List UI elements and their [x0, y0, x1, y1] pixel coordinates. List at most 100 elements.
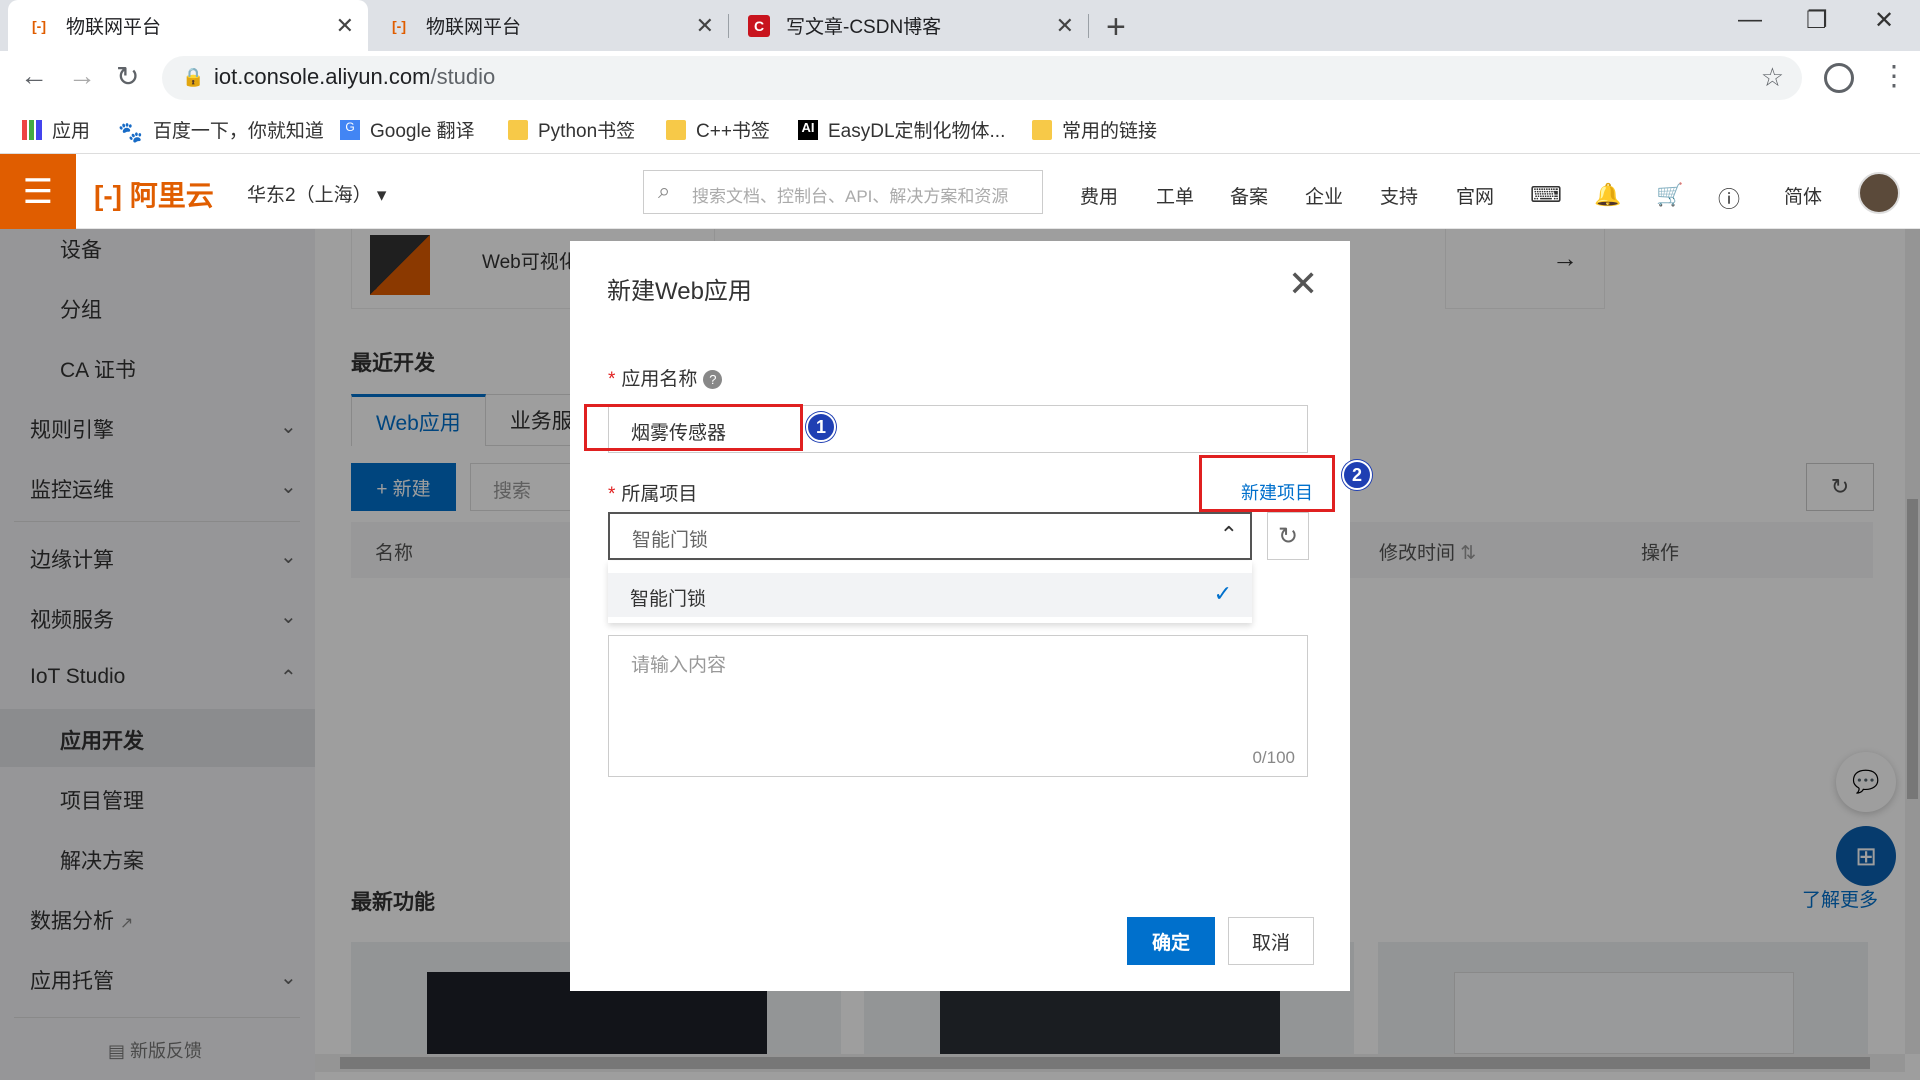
bookmark-easydl[interactable]: AI EasyDL定制化物体...: [798, 116, 1005, 143]
search-icon: ⌕: [658, 178, 671, 203]
url-text: iot.console.aliyun.com/studio: [214, 64, 495, 90]
hamburger-menu-icon[interactable]: ☰: [0, 154, 76, 229]
help-icon[interactable]: ?: [703, 370, 723, 390]
ai-icon: AI: [798, 119, 818, 140]
apps-grid-icon: [22, 119, 42, 140]
check-icon: ✓: [1213, 581, 1232, 606]
avatar[interactable]: [1858, 172, 1900, 214]
confirm-button[interactable]: 确定: [1127, 917, 1215, 965]
forward-icon[interactable]: →: [68, 60, 96, 92]
caret-down-icon: ▾: [376, 185, 387, 206]
bookmark-label: Google 翻译: [370, 121, 475, 142]
app-header: ☰ [-] 阿里云 华东2（上海） ▾ ⌕ 搜索文档、控制台、API、解决方案和…: [0, 154, 1920, 229]
annotation-badge-2: 2: [1342, 460, 1372, 490]
restore-icon[interactable]: ❐: [1806, 6, 1828, 35]
window-close-icon[interactable]: ✕: [1874, 6, 1894, 35]
back-icon[interactable]: ←: [20, 60, 48, 92]
annotation-box-app-name: [584, 404, 803, 451]
chevron-up-icon: ⌃: [1219, 522, 1238, 547]
aliyun-favicon-icon: [-]: [392, 17, 406, 34]
app-name-label: * 应用名称?: [608, 364, 723, 391]
label-text: 应用名称: [621, 369, 698, 390]
nav-icp[interactable]: 备案: [1230, 182, 1268, 209]
close-tab-icon[interactable]: ✕: [336, 13, 354, 39]
bookmarks-bar: 应用 🐾 百度一下，你就知道 G Google 翻译 Python书签 C++书…: [0, 106, 1920, 154]
bookmark-common-links[interactable]: 常用的链接: [1032, 116, 1157, 143]
label-text: 所属项目: [621, 484, 698, 505]
reload-icon[interactable]: ↻: [116, 60, 139, 93]
project-select[interactable]: 智能门锁 ⌃: [608, 512, 1252, 560]
tab-title: 物联网平台: [426, 17, 522, 38]
project-dropdown: 智能门锁 ✓: [608, 561, 1252, 623]
bookmark-label: Python书签: [538, 121, 636, 142]
lock-icon: 🔒: [182, 67, 205, 87]
bookmark-label: 常用的链接: [1062, 121, 1158, 142]
close-tab-icon[interactable]: ✕: [696, 13, 714, 39]
nav-enterprise[interactable]: 企业: [1305, 182, 1343, 209]
terminal-icon[interactable]: ⌨: [1530, 182, 1562, 208]
nav-tickets[interactable]: 工单: [1156, 182, 1194, 209]
annotation-badge-1: 1: [806, 412, 836, 442]
logo-text: 阿里云: [129, 180, 214, 211]
baidu-paw-icon: 🐾: [118, 121, 143, 144]
browser-tab-2[interactable]: [-] 物联网平台 ✕: [368, 0, 728, 51]
help-icon[interactable]: ⓘ: [1718, 182, 1740, 214]
region-selector[interactable]: 华东2（上海） ▾: [247, 180, 386, 207]
dropdown-option[interactable]: 智能门锁 ✓: [608, 573, 1252, 617]
tab-separator: [1088, 14, 1089, 38]
google-translate-icon: G: [340, 119, 360, 140]
dialog-title: 新建Web应用: [607, 278, 752, 305]
bookmark-python[interactable]: Python书签: [508, 116, 635, 143]
minimize-icon[interactable]: —: [1738, 6, 1762, 34]
bookmark-star-icon[interactable]: ☆: [1761, 62, 1784, 93]
select-value: 智能门锁: [632, 530, 709, 551]
required-mark: *: [608, 369, 616, 390]
bookmark-label: 应用: [52, 121, 91, 142]
bell-icon[interactable]: 🔔: [1594, 182, 1621, 208]
char-counter: 0/100: [1252, 748, 1295, 767]
project-label: * 所属项目: [608, 479, 697, 506]
search-placeholder: 搜索文档、控制台、API、解决方案和资源: [692, 187, 1009, 206]
bookmark-google-translate[interactable]: G Google 翻译: [340, 116, 475, 143]
refresh-icon[interactable]: ↻: [1267, 512, 1309, 560]
csdn-favicon-icon: C: [748, 14, 770, 37]
bookmark-baidu[interactable]: 🐾 百度一下，你就知道: [118, 116, 324, 144]
aliyun-favicon-icon: [-]: [32, 17, 46, 34]
annotation-box-new-project: [1199, 455, 1335, 512]
aliyun-logo-mark: [-]: [94, 180, 130, 211]
description-textarea[interactable]: 请输入内容 0/100: [608, 635, 1308, 777]
profile-icon[interactable]: [1824, 63, 1854, 93]
browser-tab-3[interactable]: C 写文章-CSDN博客 ✕: [728, 0, 1088, 51]
textarea-placeholder: 请输入内容: [631, 655, 727, 676]
cancel-button[interactable]: 取消: [1228, 917, 1314, 965]
bookmark-label: 百度一下，你就知道: [152, 121, 324, 142]
required-mark: *: [608, 484, 616, 505]
new-web-app-dialog: 新建Web应用 ✕ * 应用名称? 烟雾传感器 * 所属项目 新建项目 智能门锁 ⌃…: [570, 241, 1350, 991]
close-tab-icon[interactable]: ✕: [1056, 13, 1074, 39]
region-label: 华东2（上海）: [247, 185, 372, 206]
aliyun-logo[interactable]: [-] 阿里云: [94, 174, 214, 214]
nav-fees[interactable]: 费用: [1080, 182, 1118, 209]
nav-language[interactable]: 简体: [1784, 182, 1822, 209]
tab-title: 物联网平台: [66, 17, 162, 38]
close-icon[interactable]: ✕: [1288, 263, 1318, 305]
folder-icon: [1032, 119, 1052, 140]
global-search-input[interactable]: ⌕ 搜索文档、控制台、API、解决方案和资源: [643, 170, 1043, 214]
url-field[interactable]: 🔒 iot.console.aliyun.com/studio ☆: [162, 56, 1802, 100]
nav-official-site[interactable]: 官网: [1456, 182, 1494, 209]
folder-icon: [666, 119, 686, 140]
browser-tab-1[interactable]: [-] 物联网平台 ✕: [8, 0, 368, 51]
bookmark-label: EasyDL定制化物体...: [828, 121, 1006, 142]
tab-title: 写文章-CSDN博客: [786, 17, 942, 38]
url-host: iot.console.aliyun.com: [214, 64, 431, 89]
option-label: 智能门锁: [630, 589, 707, 610]
nav-support[interactable]: 支持: [1380, 182, 1418, 209]
bookmark-cpp[interactable]: C++书签: [666, 116, 770, 143]
url-path: /studio: [430, 64, 496, 89]
cart-icon[interactable]: 🛒: [1656, 182, 1683, 208]
browser-tab-bar: [-] 物联网平台 ✕ [-] 物联网平台 ✕ C 写文章-CSDN博客 ✕ +…: [0, 0, 1920, 51]
bookmark-apps[interactable]: 应用: [22, 116, 90, 143]
new-tab-icon[interactable]: +: [1106, 8, 1126, 47]
bookmark-label: C++书签: [696, 121, 770, 142]
menu-dots-icon[interactable]: ⋮: [1880, 59, 1908, 92]
